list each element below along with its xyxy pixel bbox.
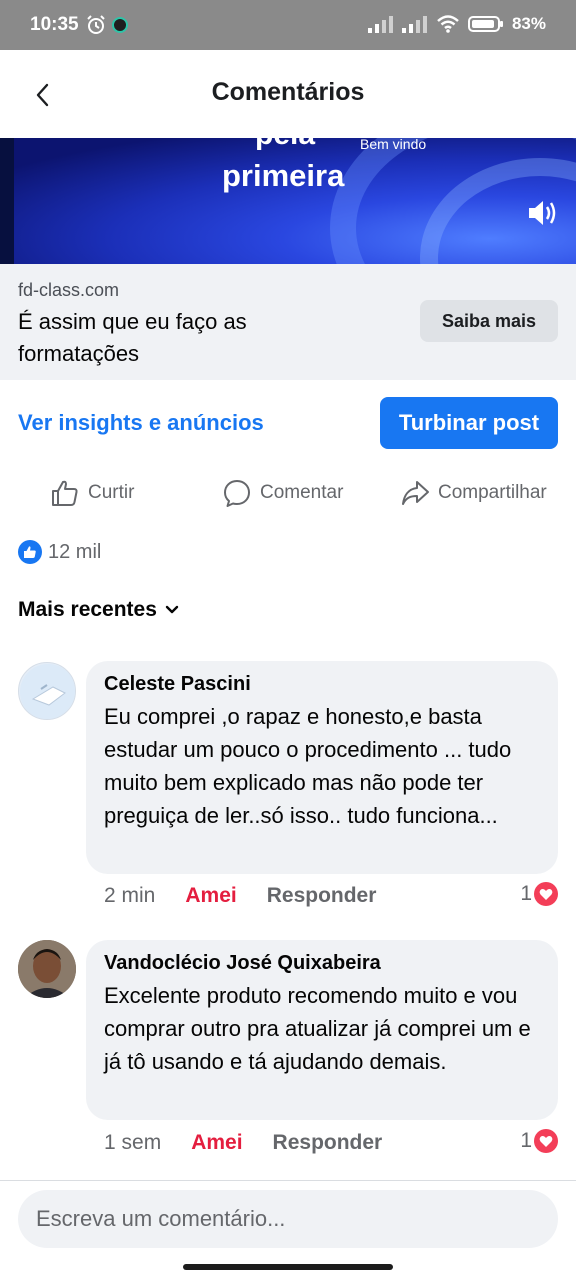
signal-icon [367,16,393,33]
insights-link[interactable]: Ver insights e anúncios [18,410,264,436]
status-time: 10:35 [30,14,79,35]
love-reaction-button[interactable]: Amei [185,884,236,908]
app-notification-icon [112,17,128,33]
avatar[interactable] [18,662,76,720]
comment-reaction-summary[interactable]: 1 [520,882,558,906]
ad-image-text-partial: pela [255,138,315,152]
battery-percent: 83% [511,14,546,33]
ad-image-text-small: Bem vindo [360,138,427,152]
avatar[interactable] [18,940,76,998]
comment-author[interactable]: Celeste Pascini [104,673,540,696]
thumbs-up-icon [52,480,78,506]
like-label: Curtir [88,482,135,503]
comment-author[interactable]: Vandoclécio José Quixabeira [104,952,540,975]
comment-icon [224,480,250,507]
heart-icon [534,882,558,906]
comment-input[interactable]: Escreva um comentário... [18,1190,558,1248]
boost-post-button[interactable]: Turbinar post [380,397,558,449]
comment-meta: 1 sem Amei Responder [104,1131,382,1155]
ad-info[interactable]: fd-class.com É assim que eu faço as form… [0,264,576,380]
page-title: Comentários [211,78,365,106]
battery-icon [467,16,503,32]
wifi-icon [437,15,459,33]
share-label: Compartilhar [438,482,547,503]
reaction-summary[interactable]: 12 mil [18,540,101,564]
comment-reaction-count: 1 [520,1129,532,1152]
like-button[interactable]: Curtir [50,478,134,508]
ad-video-border [0,138,14,264]
comment-label: Comentar [260,482,344,503]
ad-domain: fd-class.com [18,280,120,300]
status-indicators: 83% [367,14,546,34]
reply-button[interactable]: Responder [267,884,377,908]
comment-meta: 2 min Amei Responder [104,884,376,908]
like-reaction-icon [18,540,42,564]
chevron-down-icon [165,605,179,614]
comment-bubble[interactable]: Celeste Pascini Eu comprei ,o rapaz e ho… [86,661,558,874]
comment-reaction-count: 1 [520,882,532,905]
comment-input-placeholder: Escreva um comentário... [36,1206,286,1231]
sort-dropdown[interactable]: Mais recentes [18,598,179,622]
comment-reaction-summary[interactable]: 1 [520,1129,558,1153]
comment-text: Excelente produto recomendo muito e vou … [104,983,531,1074]
comment-bubble[interactable]: Vandoclécio José Quixabeira Excelente pr… [86,940,558,1120]
reaction-count: 12 mil [48,540,102,563]
ad-title: É assim que eu faço as formatações [18,309,247,366]
heart-icon [534,1129,558,1153]
learn-more-button[interactable]: Saiba mais [420,300,558,342]
comment-text: Eu comprei ,o rapaz e honesto,e basta es… [104,704,512,828]
love-reaction-button[interactable]: Amei [191,1131,242,1155]
status-bar: 10:35 83% [0,0,576,50]
comment-time: 2 min [104,884,156,907]
volume-icon[interactable] [526,198,558,228]
sort-label: Mais recentes [18,598,157,621]
ad-image-text: primeira [222,158,345,193]
signal-icon-2 [401,16,427,33]
comment-time: 1 sem [104,1131,162,1154]
share-icon [402,481,429,505]
share-button[interactable]: Compartilhar [400,478,547,508]
alarm-icon [87,15,105,34]
ad-video[interactable]: pela Bem vindo primeira [0,138,576,264]
home-indicator[interactable] [183,1264,393,1270]
header: Comentários [0,50,576,140]
comment-button[interactable]: Comentar [222,478,343,508]
reply-button[interactable]: Responder [273,1131,383,1155]
divider [0,1180,576,1181]
